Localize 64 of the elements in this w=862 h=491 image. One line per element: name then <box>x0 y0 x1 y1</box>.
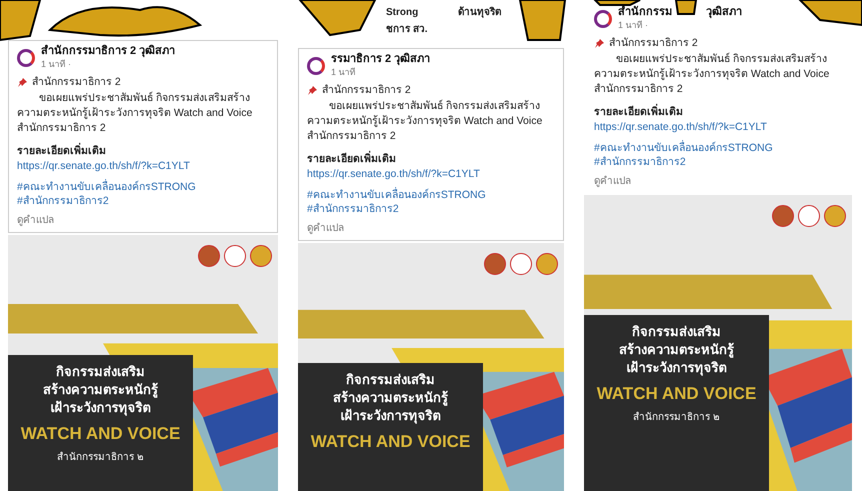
pin-icon <box>594 38 605 50</box>
post-text: ขอเผยแพร่ประชาสัมพันธ์ กิจกรรมส่งเสริมสร้างความตระหนักรู้เฝ้าระวังการทุจริต Watch and Voice สำนักกรรมาธิการ 2 <box>594 52 830 97</box>
poster-title: กิจกรรมส่งเสริม <box>632 322 721 341</box>
logo-icon <box>224 244 246 267</box>
post-text: ขอเผยแพร่ประชาสัมพันธ์ กิจกรรมส่งเสริมสร้างความตระหนักรู้เฝ้าระวังการทุจริต Watch and Voice สำนักกรรมาธิการ 2 <box>307 98 544 144</box>
poster-title: กิจกรรมส่งเสริม <box>56 362 145 381</box>
post-time: 1 นาที · <box>41 58 72 71</box>
post-text: สำนักกรรมาธิการ 2 <box>32 75 121 90</box>
author-name[interactable]: สำนักกรรมาธิการ 2 วุฒิสภา <box>41 45 176 58</box>
author-name[interactable]: รรมาธิการ 2 วุฒิสภา <box>331 53 430 66</box>
poster-headline: WATCH AND VOICE <box>596 382 756 405</box>
translate-link[interactable]: ดูคำแปล <box>594 174 842 189</box>
poster-title: เฝ้าระวังการทุจริต <box>50 398 150 417</box>
poster-title: สร้างความตระหนักรู้ <box>43 380 158 399</box>
hashtag-link[interactable]: #สำนักกรรมาธิการ2 <box>307 202 555 216</box>
hashtag-link[interactable]: #คณะทำงานขับเคลื่อนองค์กรSTRONG <box>594 140 842 155</box>
poster-headline: WATCH AND VOICE <box>20 422 180 445</box>
poster-footer: สำนักกรรมาธิการ ๒ <box>57 450 144 466</box>
hashtag-link[interactable]: #คณะทำงานขับเคลื่อนองค์กรSTRONG <box>17 180 269 194</box>
header-text: ชการ สว. <box>386 23 429 37</box>
poster-title: เฝ้าระวังการทุจริต <box>340 406 440 425</box>
post-text: สำนักกรรมาธิการ 2 <box>322 83 411 98</box>
post-text: รายละเอียดเพิ่มเติม <box>307 152 397 167</box>
page-avatar-icon <box>307 57 325 75</box>
post-text: รายละเอียดเพิ่มเติม <box>17 144 107 159</box>
scroll-ornament-drawing <box>674 0 698 15</box>
poster-title: สร้างความตระหนักรู้ <box>619 340 734 359</box>
poster-footer: สำนักกรรมาธิการ ๒ <box>633 410 720 426</box>
hashtag-link[interactable]: #สำนักกรรมาธิการ2 <box>17 194 269 208</box>
post-time: 1 นาที · <box>618 19 650 32</box>
logo-icon <box>510 252 532 275</box>
hashtag-link[interactable]: #คณะทำงานขับเคลื่อนองค์กรSTRONG <box>307 188 555 202</box>
scroll-ornament-drawing <box>798 0 862 26</box>
post-link[interactable]: https://qr.senate.go.th/sh/f/?k=C1YLT <box>307 166 555 182</box>
logo-icon <box>536 252 558 275</box>
page-avatar-icon <box>17 49 35 67</box>
post-time: 1 นาที <box>331 66 357 79</box>
logo-icon <box>250 244 272 267</box>
header-text: Strong <box>386 6 418 20</box>
poster-title: กิจกรรมส่งเสริม <box>346 370 435 389</box>
logo-icon <box>484 252 506 275</box>
pin-icon <box>17 77 28 88</box>
hashtag-link[interactable]: #สำนักกรรมาธิการ2 <box>594 154 842 169</box>
author-name[interactable]: สำนักกรรม <box>618 6 672 19</box>
translate-link[interactable]: ดูคำแปล <box>307 220 555 236</box>
page-avatar-icon <box>594 10 612 28</box>
post-text: ขอเผยแพร่ประชาสัมพันธ์ กิจกรรมส่งเสริมสร้างความตระหนักรู้เฝ้าระวังการทุจริต Watch and Voice สำนักกรรมาธิการ 2 <box>17 90 254 136</box>
scroll-ornament-drawing <box>518 0 566 41</box>
post-link[interactable]: https://qr.senate.go.th/sh/f/?k=C1YLT <box>17 158 269 174</box>
pin-icon <box>307 85 318 96</box>
post-text: รายละเอียดเพิ่มเติม <box>594 104 684 120</box>
author-name[interactable]: วุฒิสภา <box>706 6 742 19</box>
scroll-ornament-drawing <box>592 0 641 6</box>
poster-title: สร้างความตระหนักรู้ <box>333 388 448 407</box>
logo-icon <box>798 204 820 227</box>
post-text: สำนักกรรมาธิการ 2 <box>609 36 698 51</box>
post-link[interactable]: https://qr.senate.go.th/sh/f/?k=C1YLT <box>594 120 842 135</box>
logo-icon <box>824 204 846 227</box>
poster-headline: WATCH AND VOICE <box>310 430 470 453</box>
logo-icon <box>198 244 220 267</box>
poster-title: เฝ้าระวังการทุจริต <box>626 358 726 377</box>
logo-icon <box>772 204 794 227</box>
header-text: ด้านทุจริต <box>458 6 502 20</box>
translate-link[interactable]: ดูคำแปล <box>17 212 269 228</box>
